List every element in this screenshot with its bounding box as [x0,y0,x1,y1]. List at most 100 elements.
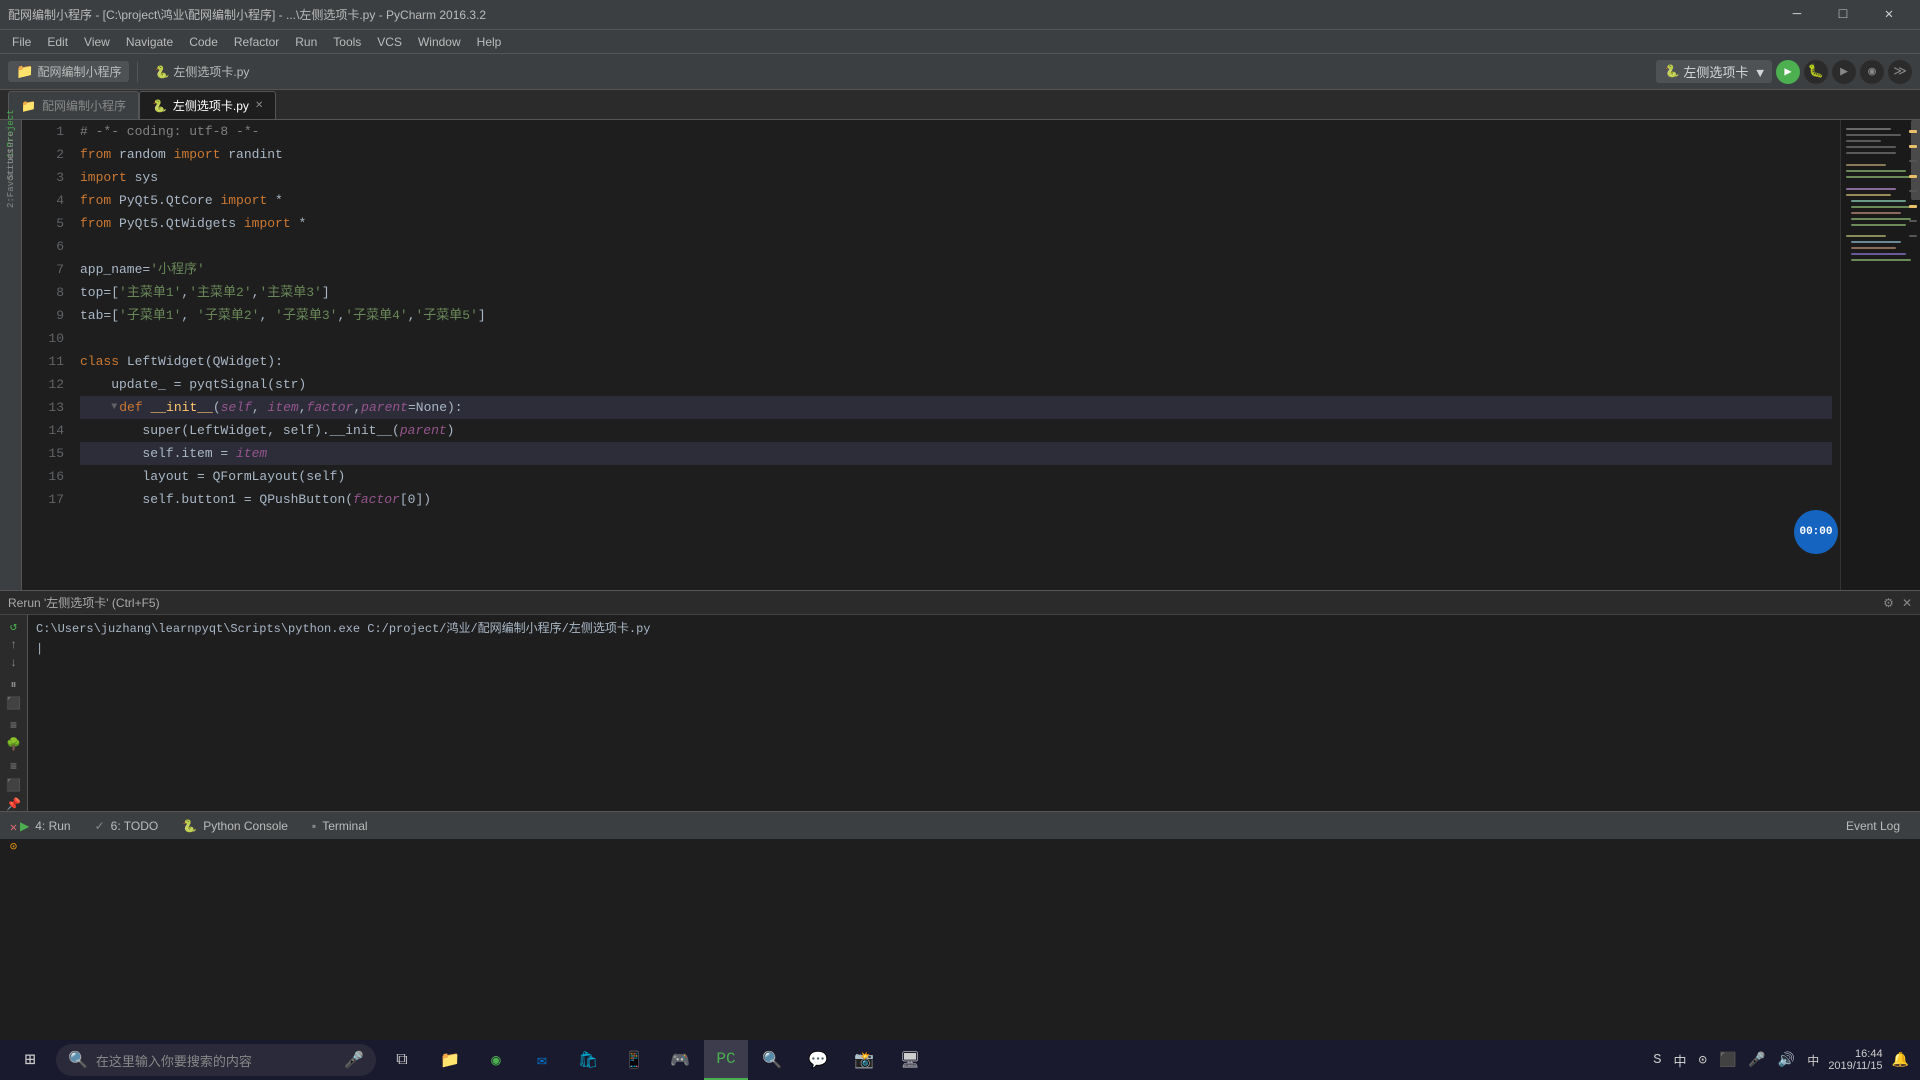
menu-window[interactable]: Window [410,33,469,51]
left-sidebar: 1:Project Structure 2:Favorites [0,120,22,590]
window-controls: ─ □ ✕ [1774,0,1912,30]
tray-chinese-ime[interactable]: 中 [1671,1051,1690,1070]
scroll-down-button[interactable]: ↓ [3,656,25,670]
filter-button[interactable]: ≡ [3,719,25,733]
start-button[interactable]: ⊞ [8,1040,52,1080]
run-sidebar: ↺ ↑ ↓ ⏸ ⬛ ≡ 🌳 ≡ ⬛ 📌 ✕ ⊙ [0,615,28,811]
taskbar-store[interactable]: 🛍 [566,1040,610,1080]
code-line-8: top=['主菜单1','主菜单2','主菜单3'] [80,281,1832,304]
task-view-button[interactable]: ⧉ [380,1040,424,1080]
code-line-11: class LeftWidget(QWidget): [80,350,1832,373]
event-log-label: Event Log [1846,819,1900,833]
status-terminal-label: Terminal [322,819,367,833]
pin-button[interactable]: 📌 [3,797,25,812]
tab-close-icon[interactable]: ✕ [255,100,263,111]
rerun-close-icon[interactable]: ✕ [1902,596,1912,610]
maximize-button[interactable]: □ [1820,0,1866,30]
step-button[interactable]: ⬛ [3,696,25,711]
taskbar-chrome[interactable]: ◉ [474,1040,518,1080]
status-tab-todo[interactable]: ✓ 6: TODO [83,812,171,840]
status-tab-python-console[interactable]: 🐍 Python Console [170,812,300,840]
tray-sound[interactable]: 🔊 [1775,1052,1798,1069]
menu-refactor[interactable]: Refactor [226,33,287,51]
taskbar: ⊞ 🔍 在这里输入你要搜索的内容 🎤 ⧉ 📁 ◉ ✉ 🛍 📱 🎮 PC 🔍 💬 … [0,1040,1920,1080]
taskbar-wechat[interactable]: 💬 [796,1040,840,1080]
file-tab[interactable]: 🐍 左侧选项卡.py [146,61,257,82]
scroll-up-button[interactable]: ↑ [3,638,25,652]
run-config-selector[interactable]: 🐍 左侧选项卡 ▼ [1656,60,1772,83]
taskbar-app9[interactable]: 📸 [842,1040,886,1080]
taskbar-search2[interactable]: 🔍 [750,1040,794,1080]
project-selector[interactable]: 📁 配网编制小程序 [8,61,129,82]
code-content[interactable]: # -*- coding: utf-8 -*- from random impo… [72,120,1840,590]
tray-app1[interactable]: S [1650,1052,1664,1068]
file-name: 左侧选项卡.py [173,63,249,80]
rerun-settings-icon[interactable]: ⚙ [1883,596,1894,610]
taskbar-app10[interactable]: 🖥 [888,1040,932,1080]
tray-network[interactable]: 中 [1804,1052,1822,1069]
more-button[interactable]: ≫ [1888,60,1912,84]
cover-button[interactable]: ▶ [1832,60,1856,84]
settings-small-button[interactable]: ≡ [3,760,25,774]
run-button[interactable]: ▶ [1776,60,1800,84]
copy-button[interactable]: ⬛ [3,778,25,793]
line-numbers: 1 2 3 4 5 6 7 8 9 10 11 12 13 14 15 16 1… [22,120,72,590]
bottom-panel: Rerun '左侧选项卡' (Ctrl+F5) ⚙ ✕ ↺ ↑ ↓ ⏸ ⬛ ≡ … [0,590,1920,811]
taskbar-time: 16:44 [1828,1048,1882,1060]
minimize-button[interactable]: ─ [1774,0,1820,30]
menu-code[interactable]: Code [181,33,226,51]
pause-button[interactable]: ⏸ [3,678,25,692]
project-name: 配网编制小程序 [37,63,121,80]
menu-tools[interactable]: Tools [325,33,369,51]
menu-run[interactable]: Run [287,33,325,51]
status-run-label: 4: Run [35,819,70,833]
run-terminal[interactable]: C:\Users\juzhang\learnpyqt\Scripts\pytho… [28,615,1920,811]
taskbar-pycharm[interactable]: PC [704,1040,748,1080]
code-line-4: from PyQt5.QtCore import * [80,189,1832,212]
taskbar-datetime[interactable]: 16:44 2019/11/15 [1828,1048,1882,1072]
status-python-console-label: Python Console [203,819,288,833]
tab-project[interactable]: 📁 配网编制小程序 [8,91,139,119]
code-line-15: self.item = item [80,442,1832,465]
tray-mic[interactable]: 🎤 [1745,1052,1768,1069]
tray-app3[interactable]: ⊙ [1696,1052,1710,1069]
taskbar-app5[interactable]: 📱 [612,1040,656,1080]
tab-active-file[interactable]: 🐍 左侧选项卡.py ✕ [139,91,276,119]
close-button[interactable]: ✕ [1866,0,1912,30]
tree-button[interactable]: 🌳 [3,737,25,752]
menu-edit[interactable]: Edit [39,33,76,51]
menu-file[interactable]: File [4,33,39,51]
debug-button[interactable]: 🐛 [1804,60,1828,84]
rerun-button[interactable]: ↺ [3,619,25,634]
taskbar-search[interactable]: 🔍 在这里输入你要搜索的内容 🎤 [56,1044,376,1076]
status-bar: ▶ 4: Run ✓ 6: TODO 🐍 Python Console ▪ Te… [0,811,1920,839]
taskbar-outlook[interactable]: ✉ [520,1040,564,1080]
run-command-text: C:\Users\juzhang\learnpyqt\Scripts\pytho… [36,622,650,636]
menu-help[interactable]: Help [469,33,510,51]
taskbar-date: 2019/11/15 [1828,1060,1882,1072]
project-tab-label: 配网编制小程序 [42,97,126,114]
code-line-16: layout = QFormLayout(self) [80,465,1832,488]
code-line-7: app_name='小程序' [80,258,1832,281]
main-layout: 1:Project Structure 2:Favorites 1 2 3 4 … [0,120,1920,590]
tray-app4[interactable]: ⬛ [1716,1052,1739,1069]
run-cursor-line: | [36,639,1912,659]
status-tab-terminal[interactable]: ▪ Terminal [300,812,380,840]
profile-button[interactable]: ◉ [1860,60,1884,84]
status-tab-run[interactable]: ▶ 4: Run [8,812,83,840]
taskbar-app6[interactable]: 🎮 [658,1040,702,1080]
warning-button[interactable]: ⊙ [3,839,25,854]
code-line-10 [80,327,1832,350]
rerun-right: ⚙ ✕ [1883,596,1912,610]
run-config-label: 左侧选项卡 ▼ [1683,62,1764,81]
code-line-14: super(LeftWidget, self).__init__(parent) [80,419,1832,442]
menu-vcs[interactable]: VCS [369,33,410,51]
taskbar-explorer[interactable]: 📁 [428,1040,472,1080]
editor-tabs: 📁 配网编制小程序 🐍 左侧选项卡.py ✕ [0,90,1920,120]
editor-area[interactable]: 1 2 3 4 5 6 7 8 9 10 11 12 13 14 15 16 1… [22,120,1920,590]
sidebar-favorites-icon[interactable]: 2:Favorites [1,168,21,188]
menu-navigate[interactable]: Navigate [118,33,181,51]
event-log-tab[interactable]: Event Log [1834,812,1912,840]
tray-notification[interactable]: 🔔 [1889,1052,1912,1069]
menu-view[interactable]: View [76,33,118,51]
